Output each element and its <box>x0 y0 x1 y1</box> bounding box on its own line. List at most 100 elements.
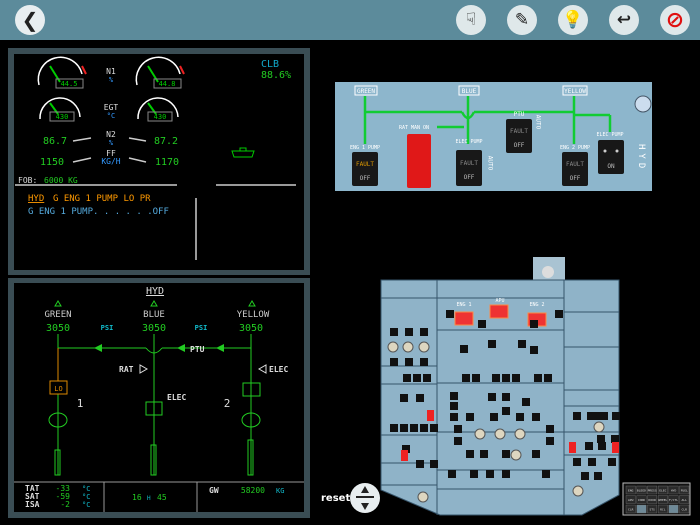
overhead-pushbutton[interactable] <box>405 358 413 366</box>
overhead-pushbutton[interactable] <box>573 412 581 420</box>
overhead-pushbutton[interactable] <box>598 442 606 450</box>
ecp-key[interactable]: PRESS <box>647 485 658 495</box>
overhead-pushbutton[interactable] <box>420 328 428 336</box>
overhead-pushbutton[interactable] <box>492 374 500 382</box>
overhead-pushbutton[interactable] <box>522 398 530 406</box>
overhead-pushbutton[interactable] <box>390 328 398 336</box>
overhead-pushbutton[interactable] <box>454 425 462 433</box>
rat-man-on-guard[interactable] <box>407 134 431 188</box>
overhead-pushbutton[interactable] <box>600 412 608 420</box>
overhead-pushbutton[interactable] <box>454 437 462 445</box>
overhead-pushbutton[interactable] <box>403 374 411 382</box>
rotary-knob[interactable] <box>417 491 429 503</box>
overhead-pushbutton[interactable] <box>594 472 602 480</box>
rotary-knob[interactable] <box>474 428 486 440</box>
overhead-pushbutton[interactable] <box>416 394 424 402</box>
reset-button[interactable] <box>350 483 380 513</box>
overhead-pushbutton[interactable] <box>502 470 510 478</box>
ecp-key[interactable] <box>668 504 679 514</box>
ecp-key[interactable]: ENG <box>625 485 636 495</box>
ecp-key[interactable]: ELEC <box>657 485 668 495</box>
ecp-key[interactable]: RCL <box>657 504 668 514</box>
rotary-knob[interactable] <box>510 449 522 461</box>
ecp-key[interactable]: APU <box>625 495 636 504</box>
overhead-pushbutton[interactable] <box>597 435 605 443</box>
ecp-key[interactable]: FUEL <box>679 485 690 495</box>
overhead-pushbutton[interactable] <box>420 358 428 366</box>
overhead-pushbutton[interactable] <box>410 424 418 432</box>
overhead-pushbutton[interactable] <box>490 413 498 421</box>
ecp-key[interactable]: CLR <box>625 504 636 514</box>
overhead-pushbutton[interactable] <box>512 374 520 382</box>
overhead-pushbutton[interactable] <box>555 310 563 318</box>
overhead-pushbutton[interactable] <box>518 340 526 348</box>
overhead-pushbutton[interactable] <box>516 413 524 421</box>
overhead-pushbutton[interactable] <box>478 320 486 328</box>
ecp-key[interactable]: WHEEL <box>657 495 668 504</box>
overhead-pushbutton[interactable] <box>450 413 458 421</box>
overhead-pushbutton[interactable] <box>405 328 413 336</box>
rotary-knob[interactable] <box>514 428 526 440</box>
overhead-pushbutton[interactable] <box>462 374 470 382</box>
overhead-pushbutton[interactable] <box>502 407 510 415</box>
guarded-switch[interactable] <box>612 442 619 453</box>
ecp-key[interactable]: F/CTL <box>668 495 679 504</box>
rotary-knob[interactable] <box>387 341 399 353</box>
overhead-pushbutton[interactable] <box>460 345 468 353</box>
overhead-pushbutton[interactable] <box>532 413 540 421</box>
overhead-pushbutton[interactable] <box>502 393 510 401</box>
overhead-pushbutton[interactable] <box>593 412 601 420</box>
rotary-knob[interactable] <box>593 421 605 433</box>
guarded-switch[interactable] <box>569 442 576 453</box>
overhead-pushbutton[interactable] <box>546 437 554 445</box>
ecp-key[interactable]: BLEED <box>636 485 647 495</box>
overhead-pushbutton[interactable] <box>446 310 454 318</box>
overhead-pushbutton[interactable] <box>502 450 510 458</box>
overhead-pushbutton[interactable] <box>544 374 552 382</box>
overhead-pushbutton[interactable] <box>532 450 540 458</box>
overhead-pushbutton[interactable] <box>470 470 478 478</box>
overhead-pushbutton[interactable] <box>612 412 620 420</box>
overhead-pushbutton[interactable] <box>448 470 456 478</box>
rotary-knob[interactable] <box>418 341 430 353</box>
overhead-pushbutton[interactable] <box>430 424 438 432</box>
rotary-knob[interactable] <box>402 341 414 353</box>
overhead-pushbutton[interactable] <box>390 424 398 432</box>
overhead-pushbutton[interactable] <box>466 450 474 458</box>
overhead-pushbutton[interactable] <box>400 424 408 432</box>
eng2-pump-button[interactable]: FAULT OFF <box>562 152 588 186</box>
overhead-pushbutton[interactable] <box>542 470 550 478</box>
overhead-pushbutton[interactable] <box>413 374 421 382</box>
overhead-pushbutton[interactable] <box>400 394 408 402</box>
overhead-pushbutton[interactable] <box>450 402 458 410</box>
overhead-pushbutton[interactable] <box>480 450 488 458</box>
overhead-pushbutton[interactable] <box>472 374 480 382</box>
ecp-key[interactable] <box>636 504 647 514</box>
overhead-pushbutton[interactable] <box>530 320 538 328</box>
yellow-elec-pump-button[interactable]: ON <box>598 140 624 174</box>
blue-elec-pump-button[interactable]: FAULT OFF <box>456 150 482 186</box>
overhead-pushbutton[interactable] <box>430 460 438 468</box>
ecp-key[interactable]: STS <box>647 504 658 514</box>
overhead-pushbutton[interactable] <box>581 472 589 480</box>
overhead-pushbutton[interactable] <box>502 374 510 382</box>
overhead-pushbutton[interactable] <box>608 458 616 466</box>
ptu-button[interactable]: FAULT OFF <box>506 119 532 153</box>
overhead-pushbutton[interactable] <box>488 393 496 401</box>
ecp-key[interactable]: DOOR <box>647 495 658 504</box>
overhead-pushbutton[interactable] <box>546 425 554 433</box>
rotary-knob[interactable] <box>572 485 584 497</box>
ecp-key[interactable]: COND <box>636 495 647 504</box>
overhead-pushbutton[interactable] <box>534 374 542 382</box>
ecp-key[interactable]: HYD <box>668 485 679 495</box>
guarded-switch[interactable] <box>427 410 434 421</box>
knob[interactable] <box>542 266 554 278</box>
eng1-pump-button[interactable]: FAULT OFF <box>352 152 378 186</box>
overhead-pushbutton[interactable] <box>530 346 538 354</box>
rotary-knob[interactable] <box>494 428 506 440</box>
overhead-pushbutton[interactable] <box>588 458 596 466</box>
ecp-key[interactable]: CLR <box>679 504 690 514</box>
overhead-pushbutton[interactable] <box>416 460 424 468</box>
overhead-pushbutton[interactable] <box>420 424 428 432</box>
guarded-switch[interactable] <box>401 450 408 461</box>
